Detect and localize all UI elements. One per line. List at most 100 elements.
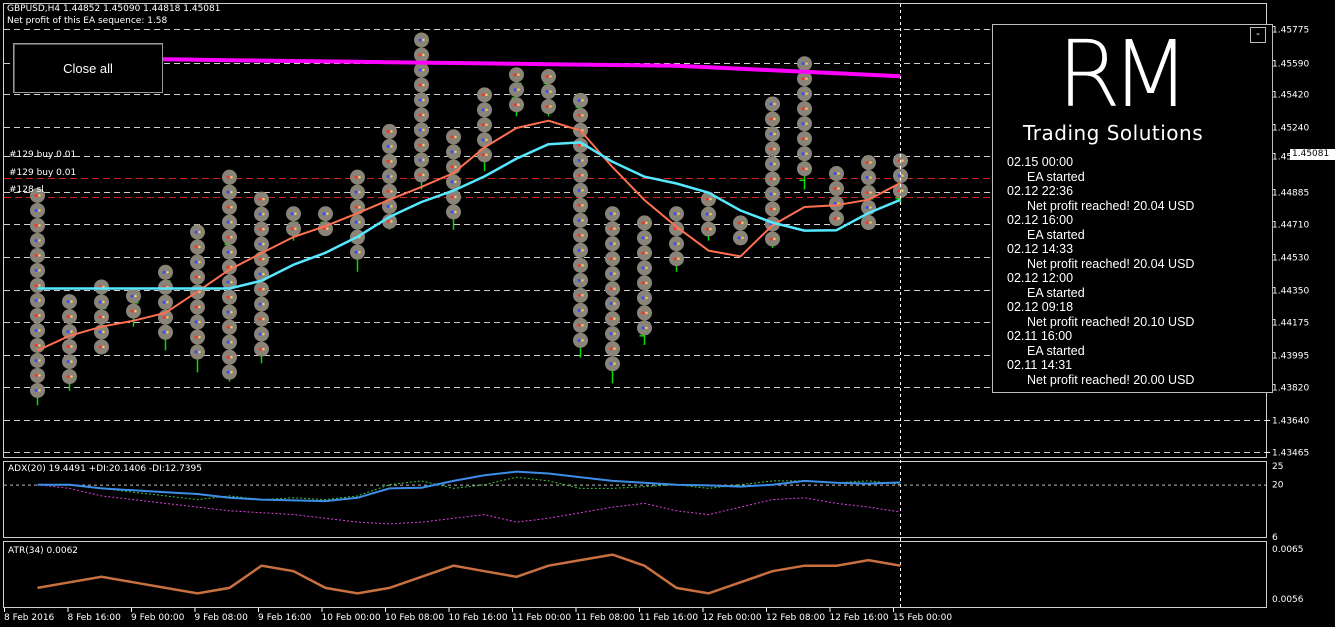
trade-marker-dot	[673, 212, 677, 216]
trade-marker-dot	[258, 242, 262, 246]
trade-marker-dot	[769, 237, 773, 241]
trade-marker-dot	[194, 350, 198, 354]
trade-marker-dot	[805, 62, 808, 65]
trade-marker-dot	[481, 138, 485, 142]
trade-marker-dot	[38, 209, 41, 212]
log-text: Net profit reached! 20.10 USD	[1027, 314, 1195, 329]
minimize-button[interactable]: -	[1250, 27, 1266, 43]
trade-marker-dot	[386, 219, 390, 223]
trade-marker-dot	[645, 296, 648, 300]
trade-marker-dot	[70, 375, 73, 378]
trade-marker-dot	[418, 143, 422, 147]
trade-marker-dot	[194, 320, 198, 324]
price-tick-label: 1.43640	[1272, 417, 1309, 427]
trade-marker-dot	[869, 221, 872, 224]
trade-marker-dot	[166, 316, 169, 319]
time-tick-label: 15 Feb 00:00	[893, 613, 952, 623]
trade-marker-dot	[773, 207, 776, 211]
trade-marker-dot	[609, 302, 613, 306]
trade-marker-dot	[454, 210, 457, 214]
trade-marker-dot	[581, 249, 584, 252]
trade-marker-dot	[769, 132, 773, 136]
trade-marker-dot	[805, 167, 808, 170]
price-tick-label: 1.45420	[1272, 91, 1309, 101]
log-date: 02.12 22:36	[1007, 184, 1074, 198]
trade-marker-dot	[422, 113, 425, 117]
trade-marker-dot	[262, 287, 265, 291]
trade-marker-dot	[258, 317, 262, 321]
trade-marker-dot	[194, 260, 198, 264]
trade-marker-dot	[805, 92, 808, 95]
trade-marker-dot	[70, 345, 73, 348]
log-text: Net profit reached! 20.00 USD	[1027, 372, 1195, 387]
trade-marker-dot	[581, 189, 584, 192]
time-tick-label: 12 Feb 16:00	[830, 613, 889, 623]
trade-marker-dot	[38, 269, 41, 272]
trade-marker-dot	[737, 221, 741, 225]
trade-marker-dot	[450, 135, 454, 139]
trade-marker-dot	[833, 172, 837, 176]
time-tick-label: 11 Feb 00:00	[512, 613, 571, 623]
trade-marker-dot	[613, 362, 616, 365]
trade-marker-dot	[198, 305, 201, 309]
log-date: 02.11 16:00	[1007, 329, 1073, 343]
trade-marker-dot	[485, 138, 488, 142]
trade-marker-dot	[34, 238, 38, 242]
symbol-info: GBPUSD,H4 1.44852 1.45090 1.44818 1.4508…	[7, 4, 221, 14]
trade-marker-dot	[34, 208, 38, 212]
trade-marker-dot	[34, 328, 38, 332]
trade-marker-dot	[577, 98, 581, 102]
trade-marker-dot	[34, 253, 38, 257]
log-text: EA started	[1027, 169, 1085, 184]
trade-marker-dot	[38, 374, 41, 377]
trade-marker-dot	[454, 180, 457, 184]
trade-marker-dot	[66, 315, 70, 319]
price-tick-label: 1.43995	[1272, 352, 1309, 362]
trade-marker-dot	[418, 128, 422, 132]
trade-marker-dot	[581, 339, 584, 342]
trade-marker-dot	[481, 153, 485, 157]
trade-marker-dot	[258, 272, 262, 276]
trade-marker-dot	[226, 310, 230, 314]
trade-marker-dot	[581, 279, 584, 282]
trade-marker-dot	[577, 233, 581, 237]
trade-marker-dot	[577, 308, 581, 312]
trade-marker-dot	[38, 314, 41, 317]
log-date: 02.12 14:33	[1007, 242, 1074, 256]
trade-marker-dot	[66, 345, 70, 349]
price-tick-label: 1.43465	[1272, 449, 1309, 459]
trade-marker-dot	[194, 245, 198, 249]
trade-marker-dot	[230, 310, 233, 314]
trade-marker-dot	[98, 345, 102, 349]
trade-marker-dot	[450, 195, 454, 199]
trade-marker-dot	[641, 326, 645, 330]
trade-marker-dot	[545, 105, 549, 109]
trade-marker-dot	[581, 174, 584, 177]
trade-marker-dot	[130, 294, 134, 298]
trade-marker-dot	[645, 281, 648, 285]
trade-marker-dot	[102, 315, 105, 319]
trade-marker-dot	[386, 144, 390, 148]
log-text: EA started	[1027, 227, 1085, 242]
trade-marker-dot	[581, 99, 584, 102]
trade-marker-dot	[418, 53, 422, 57]
trade-marker-dot	[837, 217, 840, 220]
trade-marker-dot	[198, 350, 201, 354]
trade-marker-dot	[869, 176, 872, 179]
trade-marker-dot	[581, 324, 584, 327]
event-log: 02.15 00:00 EA started 02.12 22:36 Net pro…	[1007, 155, 1267, 387]
trade-marker-dot	[226, 220, 230, 224]
trade-marker-dot	[741, 221, 744, 225]
time-tick-label: 9 Feb 08:00	[195, 613, 249, 623]
trade-marker-dot	[34, 358, 38, 362]
log-entry: 02.12 14:33 Net profit reached! 20.04 USD	[1007, 242, 1267, 271]
trade-marker-dot	[326, 227, 329, 230]
trade-marker-dot	[166, 331, 169, 334]
trade-marker-dot	[581, 219, 584, 222]
trade-marker-dot	[422, 158, 425, 162]
trade-marker-dot	[577, 113, 581, 117]
trade-marker-dot	[577, 188, 581, 192]
trade-marker-dot	[577, 248, 581, 252]
close-all-button[interactable]: Close all	[13, 43, 163, 93]
trade-marker-dot	[230, 190, 233, 194]
